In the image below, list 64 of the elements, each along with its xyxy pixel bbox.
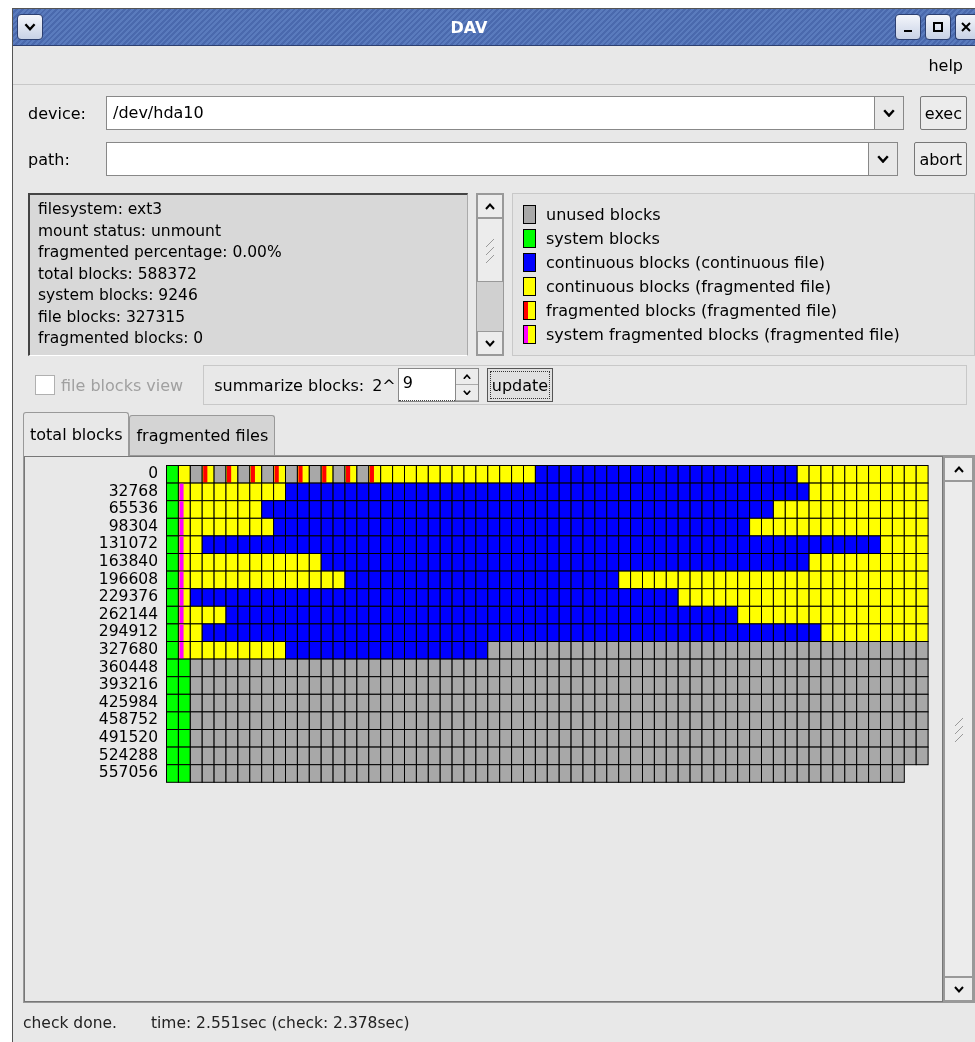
device-combo-box[interactable]: /dev/hda10 [106,96,904,130]
device-label: device: [28,103,87,123]
scroll-down-icon[interactable] [477,331,503,355]
dropdown-icon[interactable] [868,143,898,175]
legend-label: unused blocks [546,204,661,224]
legend-label: system fragmented blocks (fragmented file) [546,324,900,344]
row-label: 491520 [98,728,158,747]
minimize-icon [904,30,912,32]
scroll-up-icon[interactable] [944,457,973,481]
status-message: check done. [23,1014,117,1032]
minimize-button[interactable] [895,14,921,40]
window-title: DAV [449,17,489,37]
abort-button[interactable]: abort [914,142,967,176]
row-label: 65536 [108,500,158,518]
row-label: 98304 [108,517,158,536]
exponent-prefix: 2^ [372,375,396,395]
close-button[interactable] [955,14,975,40]
row-label: 0 [148,465,158,483]
info-line: total blocks: 588372 [38,263,198,285]
row-label: 393216 [98,676,158,694]
info-line: fragmented percentage: 0.00% [38,242,283,263]
menu-item[interactable]: help [924,53,967,77]
info-line: mount status: unmount [38,220,222,242]
row-label: 262144 [98,605,158,624]
legend-label: continuous blocks (fragmented file) [546,276,831,296]
row-label: 425984 [98,693,158,712]
scrollbar[interactable] [943,456,974,1002]
row-label: 458752 [98,711,158,729]
scroll-down-icon[interactable] [944,977,973,1001]
close-icon [959,21,972,33]
maximize-button[interactable] [925,14,951,40]
legend-label: system blocks [546,228,660,248]
row-label: 327680 [98,640,158,659]
tab[interactable]: fragmented files [129,415,276,455]
row-label: 557056 [98,764,158,782]
status-time: time: 2.551sec (check: 2.378sec) [150,1014,410,1032]
legend-label: fragmented blocks (fragmented file) [546,300,837,320]
exec-button[interactable]: exec [919,96,967,130]
summarize-label: summarize blocks: [214,375,365,395]
maximize-icon [932,21,944,33]
scroll-thumb[interactable] [477,218,503,282]
path-label: path: [28,149,71,169]
row-label: 229376 [98,588,158,606]
tab[interactable]: total blocks [23,412,130,456]
window-menu-button[interactable] [17,14,43,40]
scroll-up-icon[interactable] [477,194,503,218]
update-button[interactable]: update [486,368,554,402]
row-label: 131072 [98,535,158,553]
dropdown-icon[interactable] [873,97,903,129]
row-label: 163840 [98,552,158,571]
row-label: 196608 [98,570,158,589]
legend-label: continuous blocks (continuous file) [546,252,825,272]
row-label: 294912 [98,623,158,641]
info-line: system blocks: 9246 [38,285,199,306]
scrollbar[interactable] [476,193,504,356]
row-label: 360448 [98,658,158,677]
info-line: filesystem: ext3 [38,199,164,220]
chevron-down-icon [24,23,36,31]
info-line: file blocks: 327315 [38,306,187,328]
scroll-thumb[interactable] [944,481,973,977]
info-line: fragmented blocks: 0 [38,328,205,349]
exponent-spin-box[interactable]: 9 [397,368,479,402]
row-label: 524288 [98,746,158,765]
row-label: 32768 [108,482,158,501]
